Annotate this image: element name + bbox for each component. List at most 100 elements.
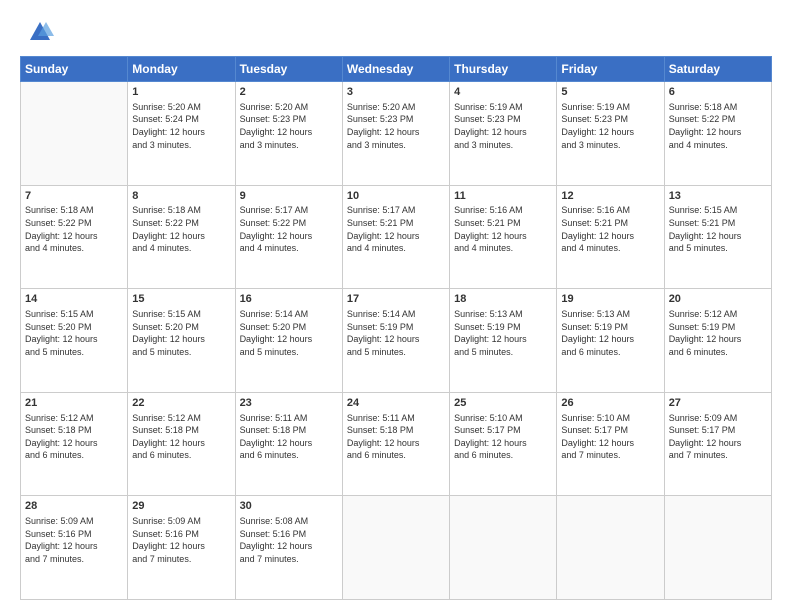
day-number: 20 [669,292,767,307]
day-number: 30 [240,499,338,514]
day-number: 17 [347,292,445,307]
calendar-cell: 9Sunrise: 5:17 AM Sunset: 5:22 PM Daylig… [235,185,342,289]
day-number: 5 [561,85,659,100]
calendar-cell: 12Sunrise: 5:16 AM Sunset: 5:21 PM Dayli… [557,185,664,289]
day-number: 18 [454,292,552,307]
day-number: 14 [25,292,123,307]
day-number: 27 [669,396,767,411]
day-info: Sunrise: 5:18 AM Sunset: 5:22 PM Dayligh… [25,204,123,254]
day-info: Sunrise: 5:15 AM Sunset: 5:21 PM Dayligh… [669,204,767,254]
day-number: 13 [669,189,767,204]
day-number: 28 [25,499,123,514]
calendar-cell: 24Sunrise: 5:11 AM Sunset: 5:18 PM Dayli… [342,392,449,496]
calendar-cell: 21Sunrise: 5:12 AM Sunset: 5:18 PM Dayli… [21,392,128,496]
day-header-friday: Friday [557,57,664,82]
calendar-cell: 1Sunrise: 5:20 AM Sunset: 5:24 PM Daylig… [128,82,235,186]
day-number: 24 [347,396,445,411]
logo-icon [26,18,54,46]
day-info: Sunrise: 5:20 AM Sunset: 5:23 PM Dayligh… [347,101,445,151]
calendar-cell [557,496,664,600]
calendar-cell: 19Sunrise: 5:13 AM Sunset: 5:19 PM Dayli… [557,289,664,393]
day-info: Sunrise: 5:18 AM Sunset: 5:22 PM Dayligh… [669,101,767,151]
day-info: Sunrise: 5:12 AM Sunset: 5:18 PM Dayligh… [132,412,230,462]
calendar-cell: 23Sunrise: 5:11 AM Sunset: 5:18 PM Dayli… [235,392,342,496]
day-number: 26 [561,396,659,411]
calendar-cell [21,82,128,186]
calendar-cell: 30Sunrise: 5:08 AM Sunset: 5:16 PM Dayli… [235,496,342,600]
calendar-cell: 27Sunrise: 5:09 AM Sunset: 5:17 PM Dayli… [664,392,771,496]
day-number: 15 [132,292,230,307]
day-info: Sunrise: 5:15 AM Sunset: 5:20 PM Dayligh… [25,308,123,358]
day-info: Sunrise: 5:17 AM Sunset: 5:21 PM Dayligh… [347,204,445,254]
day-info: Sunrise: 5:16 AM Sunset: 5:21 PM Dayligh… [454,204,552,254]
day-number: 8 [132,189,230,204]
calendar-cell: 22Sunrise: 5:12 AM Sunset: 5:18 PM Dayli… [128,392,235,496]
day-info: Sunrise: 5:13 AM Sunset: 5:19 PM Dayligh… [561,308,659,358]
calendar-cell: 13Sunrise: 5:15 AM Sunset: 5:21 PM Dayli… [664,185,771,289]
day-info: Sunrise: 5:19 AM Sunset: 5:23 PM Dayligh… [454,101,552,151]
day-info: Sunrise: 5:16 AM Sunset: 5:21 PM Dayligh… [561,204,659,254]
calendar-cell: 11Sunrise: 5:16 AM Sunset: 5:21 PM Dayli… [450,185,557,289]
day-number: 25 [454,396,552,411]
day-info: Sunrise: 5:20 AM Sunset: 5:24 PM Dayligh… [132,101,230,151]
day-header-wednesday: Wednesday [342,57,449,82]
calendar-cell: 17Sunrise: 5:14 AM Sunset: 5:19 PM Dayli… [342,289,449,393]
day-info: Sunrise: 5:11 AM Sunset: 5:18 PM Dayligh… [347,412,445,462]
day-info: Sunrise: 5:14 AM Sunset: 5:19 PM Dayligh… [347,308,445,358]
day-number: 22 [132,396,230,411]
day-info: Sunrise: 5:12 AM Sunset: 5:18 PM Dayligh… [25,412,123,462]
calendar-cell: 8Sunrise: 5:18 AM Sunset: 5:22 PM Daylig… [128,185,235,289]
day-info: Sunrise: 5:08 AM Sunset: 5:16 PM Dayligh… [240,515,338,565]
day-number: 29 [132,499,230,514]
calendar-cell: 2Sunrise: 5:20 AM Sunset: 5:23 PM Daylig… [235,82,342,186]
calendar-cell: 3Sunrise: 5:20 AM Sunset: 5:23 PM Daylig… [342,82,449,186]
day-number: 21 [25,396,123,411]
day-info: Sunrise: 5:09 AM Sunset: 5:16 PM Dayligh… [25,515,123,565]
day-number: 9 [240,189,338,204]
day-info: Sunrise: 5:12 AM Sunset: 5:19 PM Dayligh… [669,308,767,358]
day-number: 12 [561,189,659,204]
calendar-cell: 5Sunrise: 5:19 AM Sunset: 5:23 PM Daylig… [557,82,664,186]
day-info: Sunrise: 5:20 AM Sunset: 5:23 PM Dayligh… [240,101,338,151]
day-number: 6 [669,85,767,100]
day-header-thursday: Thursday [450,57,557,82]
calendar-cell: 16Sunrise: 5:14 AM Sunset: 5:20 PM Dayli… [235,289,342,393]
day-header-sunday: Sunday [21,57,128,82]
day-number: 11 [454,189,552,204]
calendar-cell: 6Sunrise: 5:18 AM Sunset: 5:22 PM Daylig… [664,82,771,186]
day-number: 2 [240,85,338,100]
day-info: Sunrise: 5:09 AM Sunset: 5:16 PM Dayligh… [132,515,230,565]
calendar-cell: 18Sunrise: 5:13 AM Sunset: 5:19 PM Dayli… [450,289,557,393]
day-info: Sunrise: 5:17 AM Sunset: 5:22 PM Dayligh… [240,204,338,254]
calendar-cell [450,496,557,600]
day-info: Sunrise: 5:14 AM Sunset: 5:20 PM Dayligh… [240,308,338,358]
day-number: 1 [132,85,230,100]
day-header-saturday: Saturday [664,57,771,82]
calendar-cell: 20Sunrise: 5:12 AM Sunset: 5:19 PM Dayli… [664,289,771,393]
day-number: 3 [347,85,445,100]
calendar-cell [342,496,449,600]
calendar-cell: 26Sunrise: 5:10 AM Sunset: 5:17 PM Dayli… [557,392,664,496]
calendar-cell: 10Sunrise: 5:17 AM Sunset: 5:21 PM Dayli… [342,185,449,289]
calendar-cell [664,496,771,600]
calendar-cell: 29Sunrise: 5:09 AM Sunset: 5:16 PM Dayli… [128,496,235,600]
day-info: Sunrise: 5:18 AM Sunset: 5:22 PM Dayligh… [132,204,230,254]
day-info: Sunrise: 5:10 AM Sunset: 5:17 PM Dayligh… [454,412,552,462]
day-header-monday: Monday [128,57,235,82]
day-number: 23 [240,396,338,411]
day-number: 4 [454,85,552,100]
calendar-cell: 15Sunrise: 5:15 AM Sunset: 5:20 PM Dayli… [128,289,235,393]
day-number: 19 [561,292,659,307]
calendar-cell: 25Sunrise: 5:10 AM Sunset: 5:17 PM Dayli… [450,392,557,496]
day-info: Sunrise: 5:19 AM Sunset: 5:23 PM Dayligh… [561,101,659,151]
day-info: Sunrise: 5:09 AM Sunset: 5:17 PM Dayligh… [669,412,767,462]
day-number: 7 [25,189,123,204]
calendar-table: SundayMondayTuesdayWednesdayThursdayFrid… [20,56,772,600]
day-info: Sunrise: 5:10 AM Sunset: 5:17 PM Dayligh… [561,412,659,462]
day-number: 16 [240,292,338,307]
day-number: 10 [347,189,445,204]
logo [20,18,54,46]
calendar-cell: 28Sunrise: 5:09 AM Sunset: 5:16 PM Dayli… [21,496,128,600]
calendar-cell: 4Sunrise: 5:19 AM Sunset: 5:23 PM Daylig… [450,82,557,186]
day-header-tuesday: Tuesday [235,57,342,82]
